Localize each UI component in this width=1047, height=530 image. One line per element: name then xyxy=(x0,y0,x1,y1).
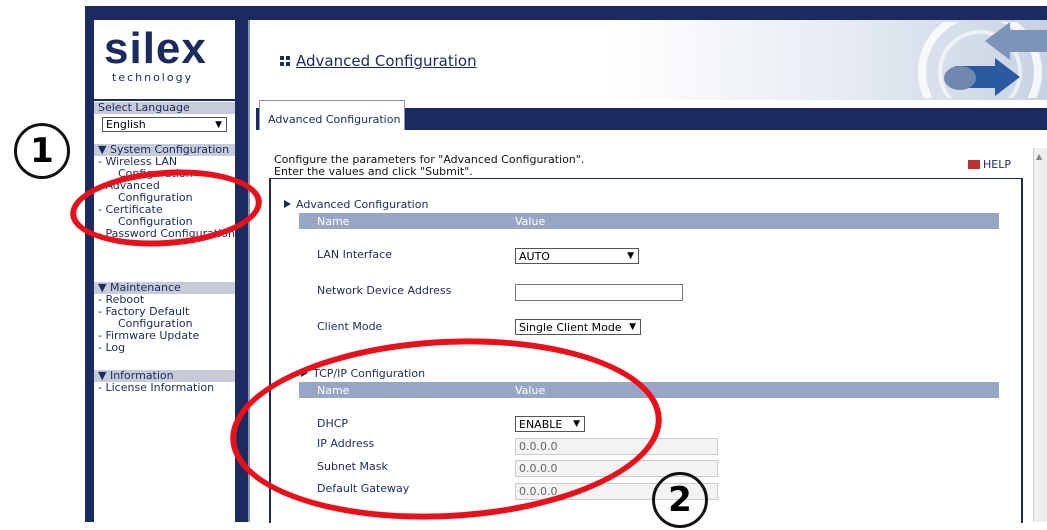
annotation-marker-2: 2 xyxy=(652,472,708,528)
nav-information: ▼ Information - License Information xyxy=(94,370,235,394)
lan-interface-select[interactable]: AUTO ▼ xyxy=(515,248,639,264)
section-arrow-icon xyxy=(284,200,291,208)
advanced-table-header: Name Value xyxy=(299,213,999,229)
section-advanced-label: Advanced Configuration xyxy=(296,198,429,211)
logo: silex technology xyxy=(94,20,235,101)
chevron-down-icon: ▼ xyxy=(629,322,636,332)
intro-text: Configure the parameters for "Advanced C… xyxy=(274,154,584,178)
tab-advanced-configuration[interactable]: Advanced Configuration xyxy=(259,100,405,130)
section-advanced-title: Advanced Configuration xyxy=(284,198,428,211)
network-device-address-label: Network Device Address xyxy=(317,284,452,297)
col-value: Value xyxy=(515,215,546,228)
network-device-address-input[interactable] xyxy=(515,284,683,301)
sidebar: silex technology Select Language English… xyxy=(94,20,235,522)
nav-item-license[interactable]: - License Information xyxy=(94,382,235,394)
lan-interface-value: AUTO xyxy=(519,250,550,263)
scroll-up-icon[interactable]: ▲ xyxy=(1036,152,1042,161)
language-header: Select Language xyxy=(94,102,235,114)
help-icon xyxy=(968,160,980,169)
language-select[interactable]: English ▼ xyxy=(102,117,227,132)
client-mode-value: Single Client Mode xyxy=(519,321,622,334)
scrollbar[interactable] xyxy=(1033,148,1047,522)
client-mode-select[interactable]: Single Client Mode ▼ xyxy=(515,319,641,335)
page-title: Advanced Configuration xyxy=(296,52,477,70)
logo-text: silex xyxy=(104,24,207,73)
nav-item-log[interactable]: - Log xyxy=(94,342,235,354)
nav-item-factory-default[interactable]: - Factory Default Configuration xyxy=(94,306,235,330)
nav-maintenance: ▼ Maintenance - Reboot - Factory Default… xyxy=(94,282,235,354)
intro-line-2: Enter the values and click "Submit". xyxy=(274,165,473,178)
chevron-down-icon: ▼ xyxy=(215,120,222,130)
language-select-value: English xyxy=(106,118,146,131)
banner-arrows-icon xyxy=(918,22,1047,98)
help-label: HELP xyxy=(983,158,1011,171)
col-name: Name xyxy=(317,215,350,228)
help-link[interactable]: HELP xyxy=(968,158,1011,171)
client-mode-label: Client Mode xyxy=(317,320,383,333)
chevron-down-icon: ▼ xyxy=(627,251,634,261)
lan-interface-label: LAN Interface xyxy=(317,248,392,261)
logo-subtitle: technology xyxy=(112,71,194,84)
annotation-marker-1: 1 xyxy=(14,123,70,179)
header-banner: Advanced Configuration xyxy=(250,20,1047,100)
frame-top xyxy=(85,6,1047,20)
